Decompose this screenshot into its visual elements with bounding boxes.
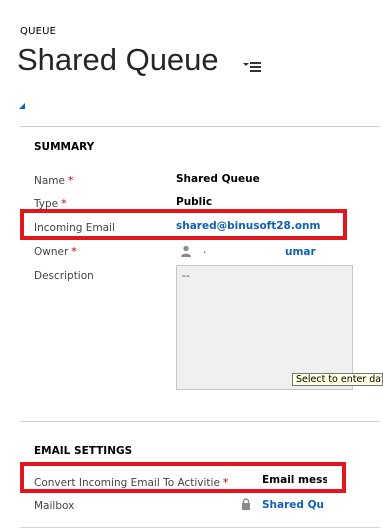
summary-heading: SUMMARY [34, 141, 95, 153]
incoming-email-link[interactable]: shared@binusoft28.onmic [176, 220, 320, 232]
page-title: Shared Queue [17, 42, 219, 77]
required-marker: * [67, 174, 74, 187]
type-value[interactable]: Public [176, 196, 212, 208]
convert-email-value[interactable]: Email mess [262, 474, 327, 486]
name-label: Name * [34, 174, 74, 187]
header-divider [20, 126, 380, 127]
email-settings-heading: EMAIL SETTINGS [34, 445, 133, 457]
incoming-email-label: Incoming Email [34, 222, 115, 234]
required-marker: * [71, 245, 77, 258]
convert-email-label: Convert Incoming Email To Activitie * [34, 476, 229, 489]
user-icon [181, 245, 191, 257]
mailbox-link[interactable]: Shared Qu [262, 499, 328, 511]
description-label: Description [34, 270, 94, 282]
description-tooltip: Select to enter dat [292, 373, 383, 386]
required-marker: * [222, 476, 229, 489]
owner-avatar [180, 245, 192, 260]
description-textarea[interactable]: -- [176, 265, 353, 390]
entity-type-label: QUEUE [20, 26, 57, 37]
title-menu-button[interactable] [241, 58, 263, 76]
menu-lines-icon [243, 62, 261, 72]
triangle-collapse-icon [19, 103, 25, 109]
mailbox-lock [241, 498, 251, 513]
owner-link[interactable]: umar [285, 246, 316, 258]
owner-label: Owner * [34, 245, 77, 258]
mailbox-label: Mailbox [34, 500, 75, 512]
name-value[interactable]: Shared Queue [176, 173, 260, 185]
footer-divider [20, 527, 380, 528]
owner-prefix: . [203, 244, 207, 256]
collapse-toggle[interactable] [19, 99, 25, 109]
section-divider [20, 421, 380, 422]
lock-icon [242, 498, 250, 510]
